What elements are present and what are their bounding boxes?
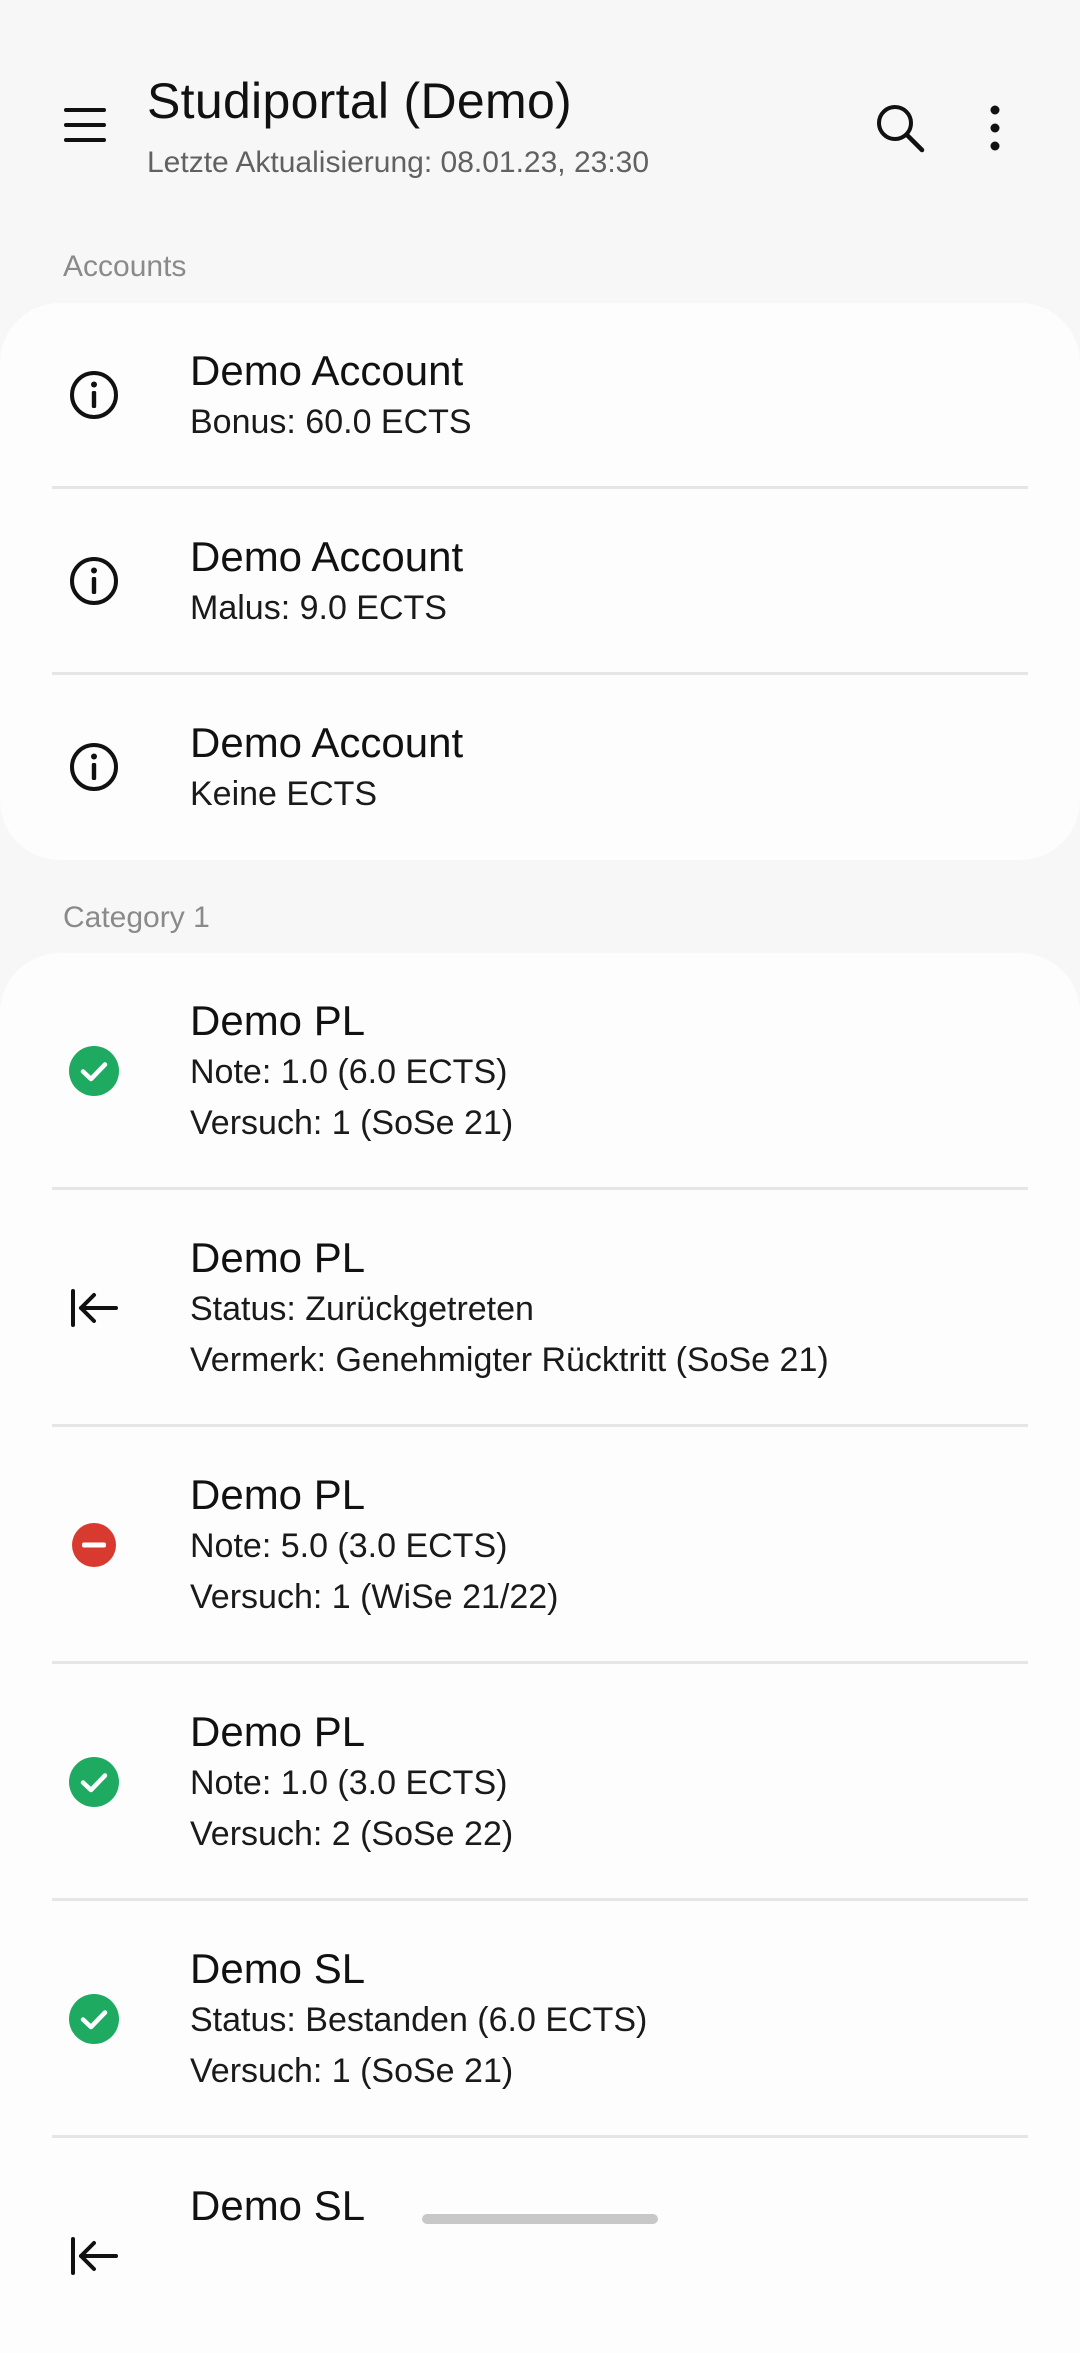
item-attempt: Versuch: 1 (SoSe 21) (190, 2052, 514, 2090)
list-item[interactable]: Demo PL Note: 1.0 (3.0 ECTS) Versuch: 2 … (0, 1664, 1080, 1901)
list-item[interactable]: Demo Account Bonus: 60.0 ECTS (0, 303, 1080, 489)
item-grade: Note: 1.0 (3.0 ECTS) (190, 1764, 508, 1802)
item-subtitle: Malus: 9.0 ECTS (190, 589, 447, 627)
section-header-category-1: Category 1 (63, 901, 210, 934)
list-item[interactable]: Demo PL Status: Zurückgetreten Vermerk: … (0, 1190, 1080, 1427)
info-icon (62, 735, 126, 799)
home-indicator[interactable] (422, 2214, 658, 2224)
more-options-icon[interactable] (960, 90, 1030, 166)
search-icon[interactable] (862, 90, 938, 166)
info-icon (62, 549, 126, 613)
item-grade: Note: 5.0 (3.0 ECTS) (190, 1527, 508, 1565)
item-title: Demo PL (190, 997, 366, 1044)
accounts-card: Demo Account Bonus: 60.0 ECTS Demo Accou… (0, 303, 1080, 860)
item-attempt: Versuch: 1 (SoSe 21) (190, 1104, 514, 1142)
item-title: Demo SL (190, 1945, 366, 1992)
item-subtitle: Keine ECTS (190, 775, 378, 813)
item-title: Demo PL (190, 1708, 366, 1755)
item-status: Status: Bestanden (6.0 ECTS) (190, 2001, 648, 2039)
list-item[interactable]: Demo Account Malus: 9.0 ECTS (0, 489, 1080, 675)
info-icon (62, 363, 126, 427)
withdraw-arrow-icon (62, 2224, 126, 2288)
check-circle-icon (62, 1750, 126, 1814)
minus-circle-icon (62, 1513, 126, 1577)
item-title: Demo Account (190, 719, 464, 766)
list-item[interactable]: Demo PL Note: 1.0 (6.0 ECTS) Versuch: 1 … (0, 953, 1080, 1190)
item-title: Demo SL (190, 2182, 366, 2229)
item-attempt: Versuch: 1 (WiSe 21/22) (190, 1578, 559, 1616)
list-item[interactable]: Demo SL (0, 2138, 1080, 2353)
item-title: Demo Account (190, 533, 464, 580)
item-grade: Note: 1.0 (6.0 ECTS) (190, 1053, 508, 1091)
item-title: Demo PL (190, 1234, 366, 1281)
category-1-card: Demo PL Note: 1.0 (6.0 ECTS) Versuch: 1 … (0, 953, 1080, 2353)
item-subtitle: Bonus: 60.0 ECTS (190, 403, 472, 441)
list-item[interactable]: Demo Account Keine ECTS (0, 675, 1080, 860)
withdraw-arrow-icon (62, 1276, 126, 1340)
list-item[interactable]: Demo PL Note: 5.0 (3.0 ECTS) Versuch: 1 … (0, 1427, 1080, 1664)
item-title: Demo Account (190, 347, 464, 394)
item-note: Vermerk: Genehmigter Rücktritt (SoSe 21) (190, 1341, 829, 1379)
app-bar: Studiportal (Demo) Letzte Aktualisierung… (0, 0, 1080, 230)
menu-icon[interactable] (50, 90, 120, 160)
check-circle-icon (62, 1987, 126, 2051)
check-circle-icon (62, 1039, 126, 1103)
page-title: Studiportal (Demo) (147, 73, 573, 129)
item-title: Demo PL (190, 1471, 366, 1518)
section-header-accounts: Accounts (63, 250, 187, 283)
item-attempt: Versuch: 2 (SoSe 22) (190, 1815, 514, 1853)
last-update-text: Letzte Aktualisierung: 08.01.23, 23:30 (147, 146, 650, 179)
list-item[interactable]: Demo SL Status: Bestanden (6.0 ECTS) Ver… (0, 1901, 1080, 2138)
item-status: Status: Zurückgetreten (190, 1290, 534, 1328)
